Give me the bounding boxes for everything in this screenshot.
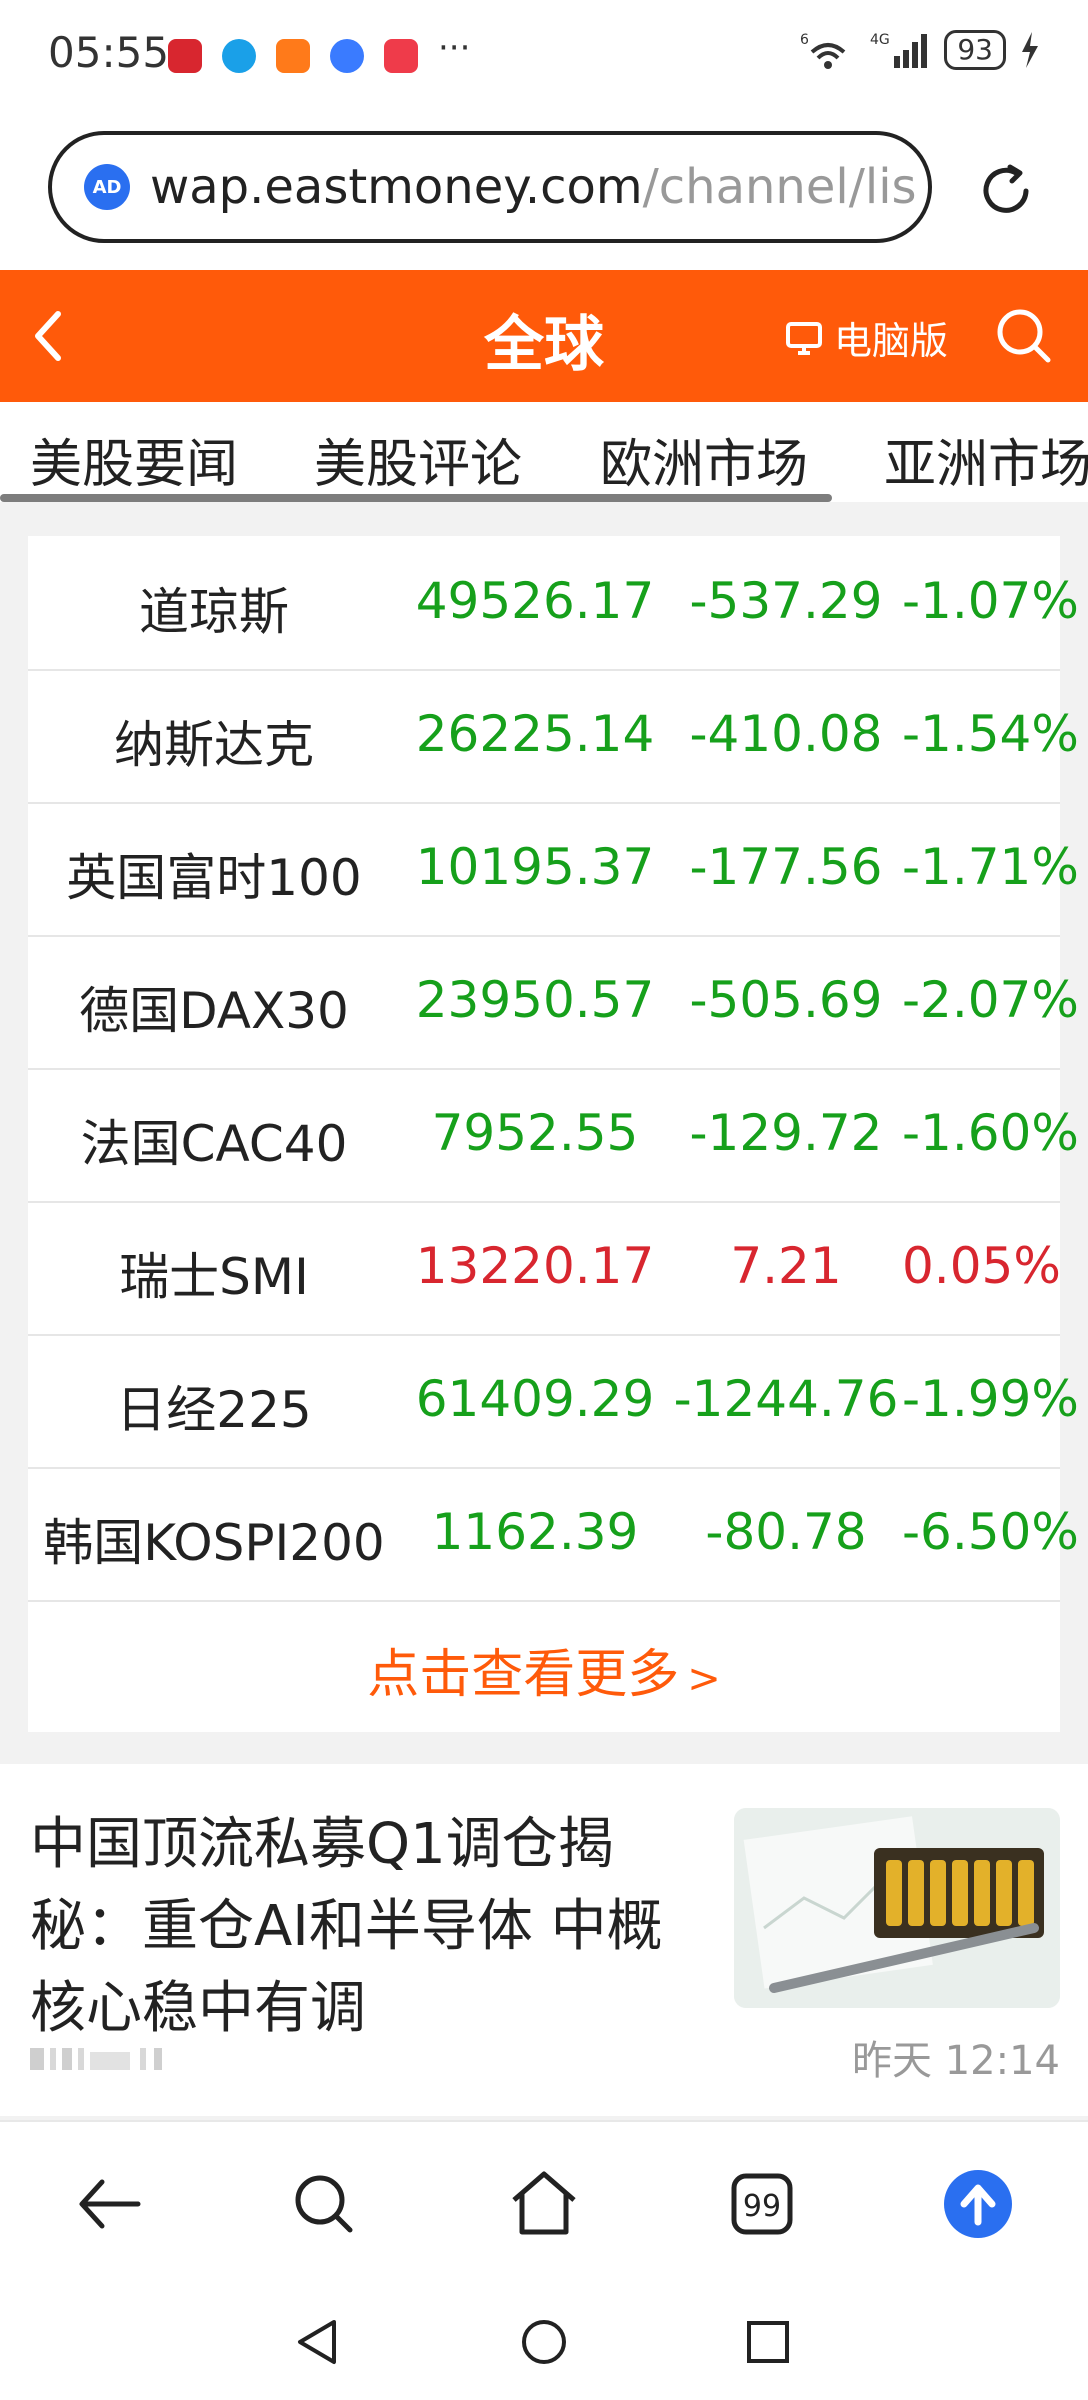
tab-us-commentary[interactable]: 美股评论: [314, 422, 522, 497]
news-time: 昨天 12:14: [852, 2038, 1060, 2084]
index-percent: -1.60%: [902, 1104, 1079, 1162]
url-domain: wap.eastmoney.com: [150, 159, 643, 215]
tab-scroll-indicator: [0, 494, 832, 502]
index-price: 23950.57: [415, 971, 655, 1029]
view-more-label: 点击查看更多: [367, 1645, 680, 1705]
index-change: -1244.76: [673, 1370, 899, 1428]
svg-text:4G: 4G: [870, 32, 890, 48]
market-row[interactable]: 日经225 61409.29 -1244.76 -1.99%: [28, 1334, 1079, 1469]
news-source-icon: [30, 2048, 162, 2070]
index-percent: -6.50%: [902, 1503, 1079, 1561]
market-row[interactable]: 法国CAC40 7952.55 -129.72 -1.60%: [28, 1068, 1079, 1203]
index-name: 韩国KOSPI200: [43, 1514, 385, 1572]
chevron-right-icon: >: [687, 1656, 721, 1702]
system-status: 6 4G 93: [800, 30, 1040, 70]
tab-us-news[interactable]: 美股要闻: [30, 422, 238, 497]
news-app-icon: [168, 39, 202, 73]
triangle-back-icon[interactable]: [290, 2314, 346, 2370]
browser-app-icon: [222, 39, 256, 73]
index-price: 10195.37: [415, 838, 655, 896]
tab-europe-market[interactable]: 欧洲市场: [600, 422, 808, 497]
index-change: -537.29: [689, 572, 883, 630]
svg-text:6: 6: [800, 32, 809, 48]
market-row[interactable]: 道琼斯 49526.17 -537.29 -1.07%: [28, 536, 1079, 671]
market-row[interactable]: 德国DAX30 23950.57 -505.69 -2.07%: [28, 935, 1079, 1070]
tabs-icon[interactable]: 99: [724, 2166, 800, 2242]
view-more-link[interactable]: 点击查看更多 >: [28, 1632, 1060, 1707]
index-price: 13220.17: [415, 1237, 655, 1295]
system-navigation: [0, 2284, 1088, 2400]
index-change: -505.69: [689, 971, 883, 1029]
status-bar: 05:55 ··· 6 4G 93: [0, 0, 1088, 115]
url-text: wap.eastmoney.com/channel/lis: [150, 159, 917, 215]
search-icon[interactable]: [286, 2166, 362, 2242]
url-path: /channel/lis: [642, 159, 917, 215]
square-recents-icon[interactable]: [740, 2314, 796, 2370]
index-price: 7952.55: [431, 1104, 639, 1162]
tab-count: 99: [743, 2189, 781, 2224]
index-percent: -1.99%: [902, 1370, 1079, 1428]
shopping-app-icon: [276, 39, 310, 73]
abacus-thumbnail-image: [734, 1808, 1060, 2008]
browser-address-area: AD wap.eastmoney.com/channel/lis: [0, 115, 1088, 270]
index-name: 英国富时100: [66, 849, 362, 907]
upload-icon[interactable]: [940, 2166, 1016, 2242]
index-name: 道琼斯: [139, 583, 289, 641]
pc-version-label: 电脑版: [834, 319, 949, 363]
circle-home-icon[interactable]: [516, 2314, 572, 2370]
index-percent: 0.05%: [902, 1237, 1061, 1295]
index-change: -410.08: [689, 705, 883, 763]
pc-version-button[interactable]: 电脑版: [784, 310, 948, 365]
index-price: 49526.17: [415, 572, 655, 630]
channel-tabs: 美股要闻 美股评论 欧洲市场 亚洲市场: [0, 402, 1088, 502]
address-bar[interactable]: AD wap.eastmoney.com/channel/lis: [48, 131, 932, 243]
market-row[interactable]: 韩国KOSPI200 1162.39 -80.78 -6.50%: [28, 1467, 1079, 1602]
music-app-icon: [330, 39, 364, 73]
index-name: 法国CAC40: [80, 1115, 348, 1173]
news-title[interactable]: 中国顶流私募Q1调仓揭秘：重仓AI和半导体 中概核心稳中有调: [30, 1804, 710, 2050]
index-name: 纳斯达克: [114, 716, 314, 774]
notification-icons: ···: [168, 28, 470, 76]
index-percent: -1.71%: [902, 838, 1079, 896]
status-time: 05:55: [48, 28, 170, 77]
market-row[interactable]: 瑞士SMI 13220.17 7.21 0.05%: [28, 1201, 1061, 1336]
battery-level: 93: [944, 30, 1006, 70]
ad-badge-icon: AD: [84, 164, 130, 210]
charging-icon: [1022, 32, 1038, 68]
index-change: 7.21: [730, 1237, 842, 1295]
huawei-app-icon: [384, 39, 418, 73]
index-price: 26225.14: [415, 705, 655, 763]
index-price: 1162.39: [431, 1503, 639, 1561]
index-name: 日经225: [116, 1381, 312, 1439]
index-name: 瑞士SMI: [119, 1248, 309, 1306]
index-percent: -1.07%: [902, 572, 1079, 630]
index-change: -177.56: [689, 838, 883, 896]
index-percent: -2.07%: [902, 971, 1079, 1029]
market-row[interactable]: 纳斯达克 26225.14 -410.08 -1.54%: [28, 669, 1079, 804]
monitor-icon: [786, 321, 822, 355]
home-icon[interactable]: [506, 2166, 582, 2242]
tab-asia-market[interactable]: 亚洲市场: [884, 422, 1088, 497]
search-icon[interactable]: [994, 306, 1054, 366]
news-item[interactable]: 中国顶流私募Q1调仓揭秘：重仓AI和半导体 中概核心稳中有调 昨天 12:14: [0, 1764, 1088, 2116]
news-thumbnail[interactable]: [734, 1808, 1060, 2008]
index-name: 德国DAX30: [79, 982, 349, 1040]
market-index-table: 道琼斯 49526.17 -537.29 -1.07% 纳斯达克 26225.14 -410…: [28, 536, 1079, 1732]
index-price: 61409.29: [415, 1370, 655, 1428]
index-change: -129.72: [689, 1104, 883, 1162]
index-change: -80.78: [705, 1503, 867, 1561]
wifi-icon: 6: [800, 32, 846, 69]
reload-icon[interactable]: [976, 161, 1036, 221]
index-percent: -1.54%: [902, 705, 1079, 763]
channel-header: 全球 电脑版: [0, 270, 1088, 402]
cell-signal-icon: 4G: [870, 32, 928, 68]
more-notifications-icon: ···: [438, 28, 471, 68]
browser-toolbar: 99: [0, 2120, 1088, 2286]
market-row[interactable]: 英国富时100 10195.37 -177.56 -1.71%: [28, 802, 1079, 937]
back-icon[interactable]: [72, 2166, 148, 2242]
